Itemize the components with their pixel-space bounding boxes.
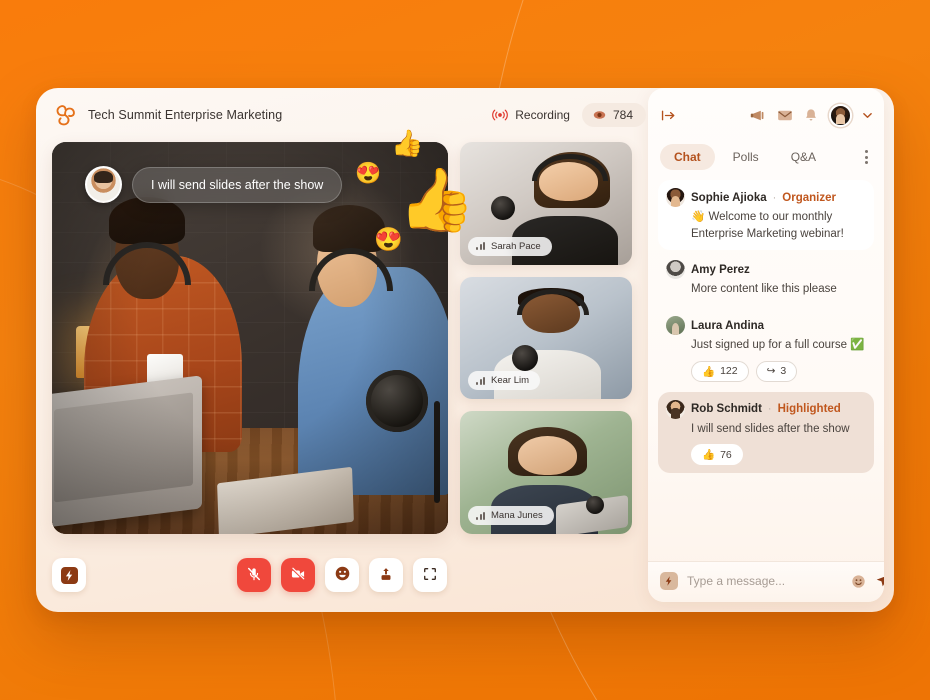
recording-label: Recording bbox=[515, 108, 570, 122]
viewer-count: 784 bbox=[612, 108, 633, 122]
control-bar-left bbox=[52, 558, 86, 592]
pinwheel-logo-icon bbox=[52, 102, 78, 128]
separator: · bbox=[772, 191, 777, 204]
top-bar-right: Recording 784 bbox=[492, 103, 878, 127]
microphone-muted-icon bbox=[246, 566, 262, 585]
reaction-heart-eyes-upper: 😍 bbox=[355, 162, 382, 185]
message-actions: 👍 76 bbox=[666, 444, 866, 466]
tab-polls[interactable]: Polls bbox=[719, 144, 773, 170]
add-attachment-icon[interactable] bbox=[660, 572, 678, 590]
page-title: Tech Summit Enterprise Marketing bbox=[88, 108, 283, 122]
like-count: 122 bbox=[720, 365, 738, 378]
chat-panel: Chat Polls Q&A Sophie Ajioka · Organizer… bbox=[648, 88, 884, 602]
emoji-picker-icon[interactable] bbox=[851, 574, 866, 589]
avatar bbox=[666, 399, 685, 419]
participant-microphone bbox=[490, 195, 515, 220]
status-badge: Organizer bbox=[782, 191, 836, 204]
separator: · bbox=[767, 403, 772, 416]
main-video-tile[interactable]: I will send slides after the show bbox=[52, 142, 448, 534]
brand: Tech Summit Enterprise Marketing bbox=[52, 102, 282, 128]
message-author: Rob Schmidt bbox=[691, 403, 762, 416]
message-text: More content like this please bbox=[691, 283, 837, 296]
message-header: Amy Perez bbox=[666, 260, 866, 280]
share-count: 3 bbox=[780, 365, 787, 378]
lightning-bolt-icon bbox=[60, 566, 78, 584]
eye-icon bbox=[593, 109, 606, 122]
video-stage: I will send slides after the show Sarah … bbox=[36, 142, 648, 612]
status-badge: Highlighted bbox=[777, 403, 841, 416]
like-button[interactable]: 👍 122 bbox=[691, 360, 749, 382]
share-button[interactable] bbox=[369, 558, 403, 592]
message-text: I will send slides after the show bbox=[691, 422, 850, 435]
message-actions: 👍 122 ↪ 3 bbox=[666, 360, 866, 382]
avatar bbox=[666, 260, 685, 280]
reaction-thumbs-up-small: 👍 bbox=[391, 128, 424, 158]
avatar bbox=[666, 316, 685, 336]
participant-tile-sarah-pace[interactable]: Sarah Pace bbox=[460, 142, 632, 265]
participant-name: Kear Lim bbox=[491, 375, 530, 387]
message-author: Sophie Ajioka bbox=[691, 191, 767, 204]
message-author: Laura Andina bbox=[691, 319, 765, 332]
participant-head bbox=[518, 435, 577, 476]
camera-toggle[interactable] bbox=[281, 558, 315, 592]
effects-button[interactable] bbox=[52, 558, 86, 592]
message-item-amy: Amy Perez More content like this please bbox=[658, 252, 874, 306]
message-header: Rob Schmidt · Highlighted bbox=[666, 399, 866, 419]
participant-name: Sarah Pace bbox=[491, 240, 541, 252]
participant-tile-mana-junes[interactable]: Mana Junes bbox=[460, 411, 632, 535]
thumbs-up-icon: 👍 bbox=[702, 449, 716, 462]
broadcast-icon bbox=[492, 108, 509, 122]
message-header: Laura Andina bbox=[666, 316, 866, 336]
share-button[interactable]: ↪ 3 bbox=[755, 360, 798, 382]
tab-qa[interactable]: Q&A bbox=[777, 144, 830, 170]
signal-bars-icon bbox=[476, 376, 485, 385]
tab-chat[interactable]: Chat bbox=[660, 144, 715, 170]
message-composer bbox=[648, 561, 884, 602]
signal-bars-icon bbox=[476, 242, 485, 251]
participant-name-pill: Kear Lim bbox=[468, 371, 541, 391]
thumbs-up-icon: 👍 bbox=[702, 365, 716, 378]
avatar bbox=[85, 166, 122, 203]
like-count: 76 bbox=[720, 448, 732, 461]
message-list: Sophie Ajioka · Organizer 👋 Welcome to o… bbox=[648, 180, 884, 561]
microphone-toggle[interactable] bbox=[237, 558, 271, 592]
participant-name-pill: Mana Junes bbox=[468, 506, 554, 526]
message-header: Sophie Ajioka · Organizer bbox=[666, 188, 866, 207]
like-button[interactable]: 👍 76 bbox=[691, 444, 743, 466]
message-input[interactable] bbox=[687, 574, 842, 588]
message-item-laura: Laura Andina Just signed up for a full c… bbox=[658, 308, 874, 390]
fullscreen-button[interactable] bbox=[413, 558, 447, 592]
message-item-sophie: Sophie Ajioka · Organizer 👋 Welcome to o… bbox=[658, 180, 874, 251]
kebab-menu-icon[interactable] bbox=[861, 146, 872, 168]
participant-microphone bbox=[511, 345, 538, 372]
video-grid: I will send slides after the show Sarah … bbox=[52, 142, 632, 538]
avatar bbox=[666, 188, 685, 207]
share-arrow-icon: ↪ bbox=[766, 365, 776, 378]
viewer-count-badge[interactable]: 784 bbox=[581, 103, 646, 127]
message-text: 👋 Welcome to our monthly Enterprise Mark… bbox=[691, 211, 844, 240]
control-bar-center bbox=[237, 558, 447, 592]
participant-tile-kear-lim[interactable]: Kear Lim bbox=[460, 276, 632, 400]
control-bar bbox=[52, 538, 632, 612]
message-author: Amy Perez bbox=[691, 263, 750, 276]
signal-bars-icon bbox=[476, 511, 485, 520]
overlay-message: I will send slides after the show bbox=[85, 166, 343, 203]
reactions-button[interactable] bbox=[325, 558, 359, 592]
chat-tabs: Chat Polls Q&A bbox=[648, 142, 884, 180]
smiley-icon bbox=[334, 565, 351, 585]
reaction-heart-eyes-lower: 😍 bbox=[374, 226, 403, 252]
thumbnail-column: Sarah Pace Kear Lim Mana Junes bbox=[460, 142, 632, 535]
reaction-thumbs-up-large: 👍 bbox=[398, 166, 476, 235]
message-item-rob: Rob Schmidt · Highlighted I will send sl… bbox=[658, 391, 874, 474]
share-upload-icon bbox=[378, 566, 394, 585]
expand-icon bbox=[422, 566, 438, 585]
participant-name: Mana Junes bbox=[491, 510, 543, 522]
top-bar: Tech Summit Enterprise Marketing Recordi… bbox=[36, 88, 894, 142]
message-text: Just signed up for a full course ✅ bbox=[691, 339, 865, 352]
overlay-message-text: I will send slides after the show bbox=[132, 166, 343, 203]
send-icon[interactable] bbox=[875, 573, 884, 589]
participant-name-pill: Sarah Pace bbox=[468, 236, 552, 256]
camera-off-icon bbox=[290, 566, 306, 585]
recording-indicator: Recording bbox=[492, 108, 570, 122]
